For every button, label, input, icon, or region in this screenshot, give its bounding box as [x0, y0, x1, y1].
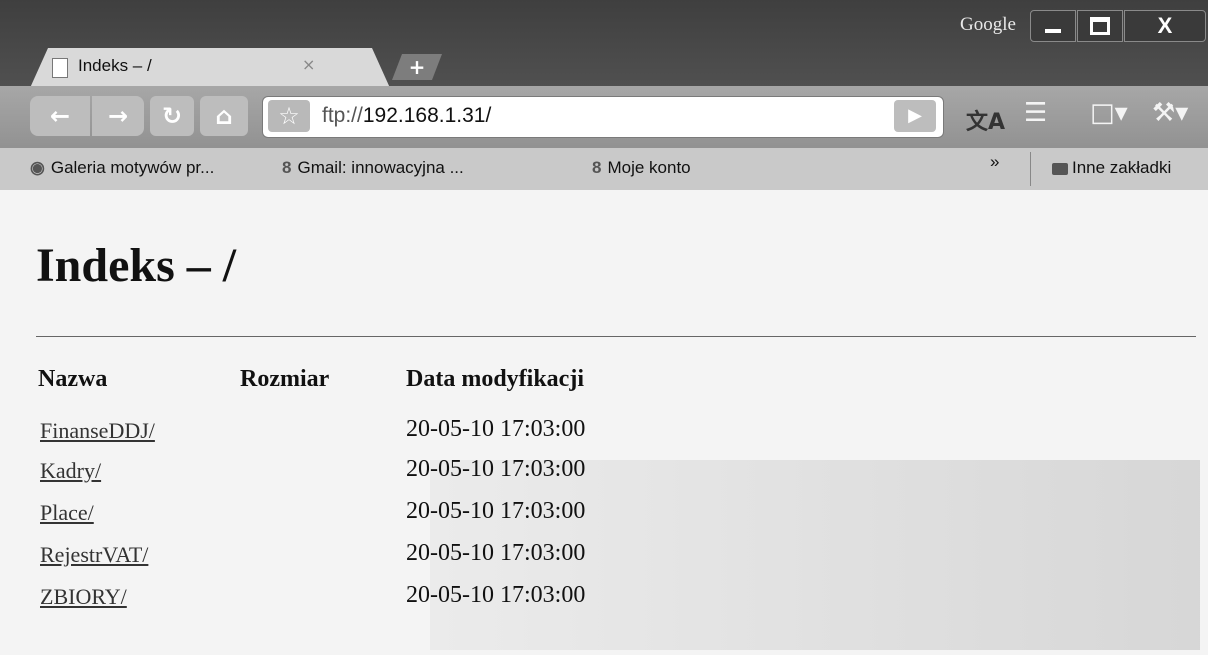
forward-button[interactable]: →: [92, 96, 144, 136]
play-icon: ▶: [908, 105, 922, 126]
bookmarks-overflow-button[interactable]: »: [990, 152, 999, 172]
folder-icon: [1052, 162, 1068, 175]
browser-window: Google X Indeks – / × + ← → ↻ ⌂ ☆ ftp://…: [0, 0, 1208, 655]
maximize-icon: [1090, 17, 1110, 35]
file-link-zbiory[interactable]: ZBIORY/: [40, 584, 127, 610]
other-bookmarks-label: Inne zakładki: [1072, 158, 1172, 177]
bookmark-label: Gmail: innowacyjna ...: [297, 158, 464, 177]
home-button[interactable]: ⌂: [200, 96, 248, 136]
close-window-button[interactable]: X: [1124, 10, 1206, 42]
bookmark-item-galeria[interactable]: ◉ Galeria motywów pr...: [30, 158, 214, 178]
bookmark-star-button[interactable]: ☆: [268, 100, 310, 132]
bookmark-item-gmail[interactable]: 8 Gmail: innowacyjna ...: [282, 158, 464, 178]
minimize-icon: [1045, 29, 1061, 33]
page-icon: [52, 58, 68, 78]
page-menu-icon[interactable]: □▾: [1090, 98, 1128, 128]
bookmark-item-moje-konto[interactable]: 8 Moje konto: [592, 158, 691, 178]
extension-list-icon[interactable]: ☰: [1024, 98, 1047, 128]
translate-icon[interactable]: 文A: [966, 104, 1005, 136]
file-date: 20-05-10 17:03:00: [406, 498, 586, 524]
url-text[interactable]: ftp://192.168.1.31/: [322, 104, 491, 128]
url-host: 192.168.1.31/: [362, 104, 492, 127]
reload-button[interactable]: ↻: [150, 96, 194, 136]
minimize-button[interactable]: [1030, 10, 1076, 42]
reload-icon: ↻: [161, 102, 183, 130]
maximize-button[interactable]: [1077, 10, 1123, 42]
page-title: Indeks – /: [36, 239, 237, 292]
bookmark-label: Moje konto: [607, 158, 691, 177]
file-link-kadry[interactable]: Kadry/: [40, 458, 101, 484]
file-link-rejestrvat[interactable]: RejestrVAT/: [40, 542, 148, 568]
browser-brand: Google: [960, 14, 1016, 35]
tab-close-button[interactable]: ×: [302, 55, 315, 74]
close-icon: X: [1157, 13, 1173, 38]
file-date: 20-05-10 17:03:00: [406, 540, 586, 566]
google-icon: 8: [592, 158, 602, 177]
file-link-finanseddj[interactable]: FinanseDDJ/: [40, 418, 155, 444]
column-header-name: Nazwa: [38, 366, 108, 392]
file-date: 20-05-10 17:03:00: [406, 582, 586, 608]
title-divider: [36, 336, 1196, 337]
column-header-date: Data modyfikacji: [406, 366, 584, 392]
go-button[interactable]: ▶: [894, 100, 936, 132]
forward-arrow-icon: →: [107, 102, 129, 130]
file-date: 20-05-10 17:03:00: [406, 416, 586, 442]
other-bookmarks-button[interactable]: Inne zakładki: [1052, 158, 1171, 178]
bookmark-label: Galeria motywów pr...: [50, 158, 215, 177]
home-icon: ⌂: [215, 102, 233, 130]
wrench-icon[interactable]: ⚒▾: [1152, 98, 1188, 128]
tab-title: Indeks – /: [78, 56, 152, 75]
url-scheme: ftp://: [322, 104, 363, 127]
globe-icon: ◉: [30, 158, 45, 177]
google-icon: 8: [282, 158, 292, 177]
back-arrow-icon: ←: [49, 102, 71, 130]
file-link-place[interactable]: Place/: [40, 500, 94, 526]
file-date: 20-05-10 17:03:00: [406, 456, 586, 482]
back-button[interactable]: ←: [30, 96, 90, 136]
star-icon: ☆: [278, 102, 300, 130]
column-header-size: Rozmiar: [240, 366, 330, 392]
bookmarks-separator: [1030, 152, 1031, 186]
